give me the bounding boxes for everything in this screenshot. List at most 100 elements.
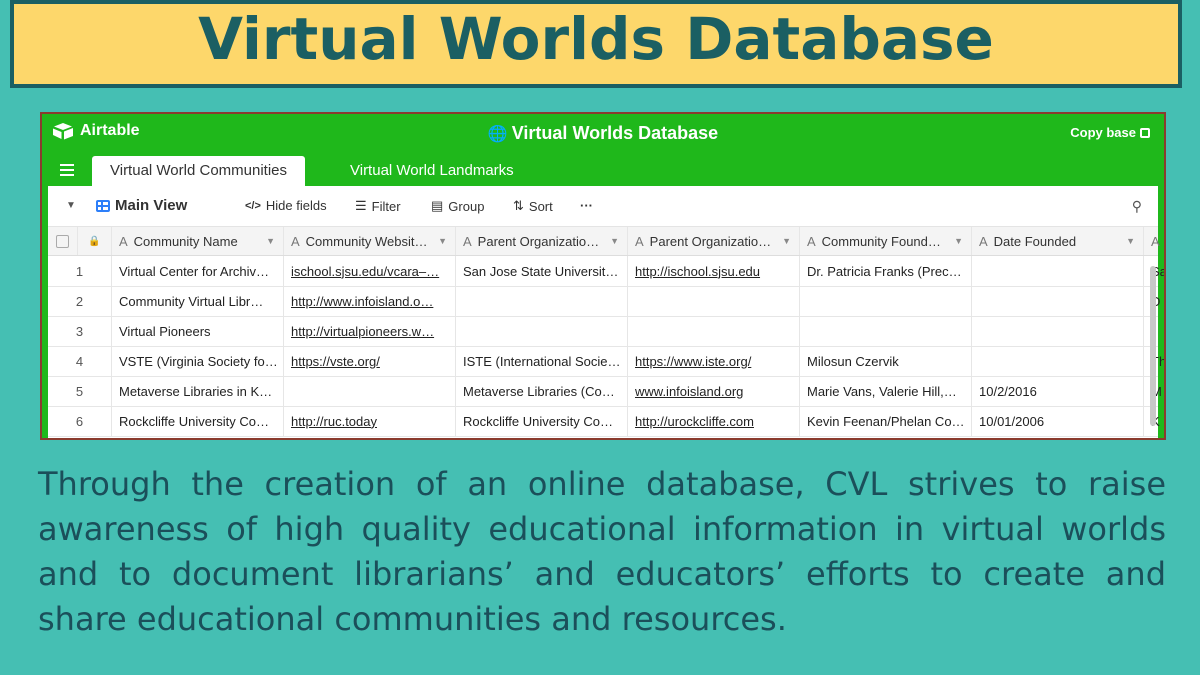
select-all-checkbox[interactable] xyxy=(48,227,78,255)
cell-community-name[interactable]: Rockcliffe University Co… xyxy=(112,406,284,436)
cell-date-founded[interactable] xyxy=(972,346,1144,376)
cell-community-founder[interactable] xyxy=(800,316,972,346)
cell-community-name[interactable]: VSTE (Virginia Society fo… xyxy=(112,346,284,376)
search-icon[interactable]: ⚲ xyxy=(1132,198,1142,215)
cell-text: VSTE (Virginia Society fo… xyxy=(119,353,278,369)
globe-icon: 🌐 xyxy=(487,126,508,143)
cell-date-founded[interactable]: 10/01/2006 xyxy=(972,406,1144,436)
cell-parent-organization-website[interactable]: http://urockcliffe.com xyxy=(628,406,800,436)
cell-parent-organization[interactable] xyxy=(456,286,628,316)
cell-parent-organization[interactable]: San Jose State Universit… xyxy=(456,256,628,286)
cell-parent-organization-website[interactable]: https://www.iste.org/ xyxy=(628,346,800,376)
cell-parent-organization[interactable] xyxy=(456,316,628,346)
cell-date-founded[interactable]: 10/2/2016 xyxy=(972,376,1144,406)
copy-icon xyxy=(1140,128,1150,138)
cell-text: Metaverse Libraries in K… xyxy=(119,383,273,399)
view-switcher-caret-icon[interactable]: ▼ xyxy=(66,200,76,211)
cell-community-website[interactable]: ischool.sjsu.edu/vcara–… xyxy=(284,256,456,286)
cell-text: Community Virtual Libr… xyxy=(119,293,264,309)
cell-community-website[interactable] xyxy=(284,376,456,406)
slide-title: Virtual Worlds Database xyxy=(198,5,994,73)
slide-caption: Through the creation of an online databa… xyxy=(38,465,1166,638)
cell-date-founded[interactable] xyxy=(972,316,1144,346)
column-label: Parent Organizatio… xyxy=(477,233,600,249)
table-row[interactable]: 3 Virtual Pioneers http://virtualpioneers.… xyxy=(48,316,1158,347)
more-options-button[interactable]: ··· xyxy=(580,198,593,213)
table-row[interactable]: 5 Metaverse Libraries in K… Metaverse Libr… xyxy=(48,376,1162,407)
cell-text[interactable]: http://virtualpioneers.w… xyxy=(291,324,434,339)
tab-virtual-world-communities[interactable]: Virtual World Communities xyxy=(92,156,306,186)
column-header-community-website[interactable]: A Community Websit… ▼ xyxy=(284,227,456,255)
cell-text: Marie Vans, Valerie Hill,… xyxy=(807,383,957,399)
cell-community-website[interactable]: http://ruc.today xyxy=(284,406,456,436)
cell-community-website[interactable]: http://www.infoisland.o… xyxy=(284,286,456,316)
filter-icon: ☰ xyxy=(355,198,367,213)
column-header-parent-organization-website[interactable]: A Parent Organizatio… ▼ xyxy=(628,227,800,255)
cell-text: Dr. Patricia Franks (Prec… xyxy=(807,263,962,279)
cell-community-name[interactable]: Community Virtual Libr… xyxy=(112,286,284,316)
cell-community-founder[interactable]: Marie Vans, Valerie Hill,… xyxy=(800,376,972,406)
sort-label: Sort xyxy=(528,198,553,214)
sort-button[interactable]: ⇅ Sort xyxy=(513,198,553,214)
cell-date-founded[interactable] xyxy=(972,286,1144,316)
cell-date-founded[interactable] xyxy=(972,256,1144,286)
table-tabs: Virtual World Communities Virtual World … xyxy=(42,154,1164,186)
group-icon: ▤ xyxy=(431,198,444,213)
cell-community-name[interactable]: Metaverse Libraries in K… xyxy=(112,376,284,406)
cell-parent-organization[interactable]: Rockcliffe University Co… xyxy=(456,406,628,436)
hide-fields-label: Hide fields xyxy=(265,198,327,213)
cell-community-founder[interactable]: Milosun Czervik xyxy=(800,346,972,376)
column-header-row: 🔒 A Community Name ▼ A Community Websit… ▼ A… xyxy=(48,227,1160,256)
table-row[interactable]: 4 VSTE (Virginia Society fo… https://vste.… xyxy=(48,346,1164,377)
column-header-community-name[interactable]: A Community Name ▼ xyxy=(112,227,284,255)
table-row[interactable]: 6 Rockcliffe University Co… http://ruc.tod… xyxy=(48,406,1160,437)
cell-community-name[interactable]: Virtual Pioneers xyxy=(112,316,284,346)
vertical-scrollbar[interactable] xyxy=(1150,266,1156,426)
cell-community-founder[interactable] xyxy=(800,286,972,316)
grid-view-icon xyxy=(96,199,110,212)
filter-button[interactable]: ☰ Filter xyxy=(355,198,401,214)
cell-text[interactable]: www.infoisland.org xyxy=(635,384,743,399)
cell-community-founder[interactable]: Dr. Patricia Franks (Prec… xyxy=(800,256,972,286)
cell-parent-organization-website[interactable] xyxy=(628,316,800,346)
cell-text[interactable]: http://ruc.today xyxy=(291,414,377,429)
copy-base-button[interactable]: Copy base xyxy=(1070,125,1150,140)
group-button[interactable]: ▤ Group xyxy=(431,198,484,214)
cell-community-name[interactable]: Virtual Center for Archiv… xyxy=(112,256,284,286)
view-name-button[interactable]: Main View xyxy=(96,197,187,214)
tab-virtual-world-landmarks[interactable]: Virtual World Landmarks xyxy=(332,156,532,186)
cell-community-founder[interactable]: Kevin Feenan/Phelan Co… xyxy=(800,406,972,436)
table-row[interactable]: 2 Community Virtual Libr… http://www.infoi… xyxy=(48,286,1160,317)
column-header-community-founder[interactable]: A Community Found… ▼ xyxy=(800,227,972,255)
cell-parent-organization-website[interactable]: http://ischool.sjsu.edu xyxy=(628,256,800,286)
cell-text[interactable]: https://vste.org/ xyxy=(291,354,380,369)
cell-community-website[interactable]: http://virtualpioneers.w… xyxy=(284,316,456,346)
base-title-text: Virtual Worlds Database xyxy=(511,123,719,143)
cell-text: 10/01/2006 xyxy=(979,413,1045,429)
table-row[interactable]: 1 Virtual Center for Archiv… ischool.sjsu.… xyxy=(48,256,1164,287)
column-header-date-founded[interactable]: A Date Founded ▼ xyxy=(972,227,1144,255)
cell-text[interactable]: http://urockcliffe.com xyxy=(635,414,754,429)
row-number: 6 xyxy=(48,406,112,436)
cell-community-website[interactable]: https://vste.org/ xyxy=(284,346,456,376)
cell-text[interactable]: ischool.sjsu.edu/vcara–… xyxy=(291,264,439,279)
lock-icon: 🔒 xyxy=(78,227,112,255)
cell-parent-organization[interactable]: Metaverse Libraries (Co… xyxy=(456,376,628,406)
text-field-icon: A xyxy=(635,233,644,249)
view-name-label: Main View xyxy=(115,197,188,214)
menu-icon[interactable] xyxy=(60,164,74,179)
cell-text[interactable]: http://www.infoisland.o… xyxy=(291,294,433,309)
cell-parent-organization-website[interactable]: www.infoisland.org xyxy=(628,376,800,406)
column-header-next[interactable]: A xyxy=(1144,227,1164,255)
copy-base-label: Copy base xyxy=(1070,125,1136,140)
cell-parent-organization-website[interactable] xyxy=(628,286,800,316)
cell-parent-organization[interactable]: ISTE (International Socie… xyxy=(456,346,628,376)
column-header-parent-organization[interactable]: A Parent Organizatio… ▼ xyxy=(456,227,628,255)
column-label: Community Websit… xyxy=(305,233,428,249)
grid-view: ▼ Main View </> Hide fields ☰ Filter ▤ G… xyxy=(48,186,1164,438)
cell-text[interactable]: https://www.iste.org/ xyxy=(635,354,751,369)
row-number: 3 xyxy=(48,316,112,346)
cell-text[interactable]: http://ischool.sjsu.edu xyxy=(635,264,760,279)
hide-fields-button[interactable]: </> Hide fields xyxy=(245,198,327,213)
cell-text: ISTE (International Socie… xyxy=(463,353,621,369)
